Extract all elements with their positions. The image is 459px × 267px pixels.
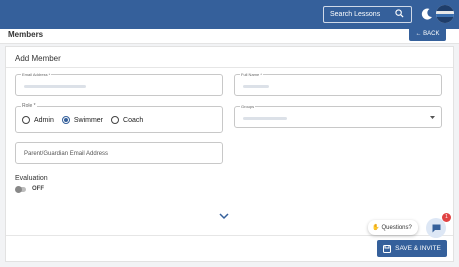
save-invite-label: SAVE & INVITE (395, 245, 441, 252)
role-fieldset: Role * Admin Swimmer Coach (15, 103, 223, 133)
email-label: Email Address * (21, 72, 52, 77)
back-label: BACK (423, 31, 440, 37)
chevron-down-icon[interactable] (218, 211, 230, 221)
user-avatar[interactable] (436, 5, 454, 23)
back-arrow-icon: ← (415, 31, 424, 37)
save-invite-button[interactable]: SAVE & INVITE (377, 240, 447, 257)
questions-chat-prompt[interactable]: ✋ Questions? (368, 220, 418, 235)
back-button[interactable]: ← BACK (409, 27, 446, 41)
waving-hand-icon: ✋ (372, 225, 380, 231)
role-option-coach[interactable]: Coach (111, 116, 143, 124)
email-field[interactable]: Email Address * (15, 72, 223, 96)
guardian-email-input[interactable]: Parent/Guardian Email Address (15, 142, 223, 164)
questions-label: Questions? (381, 224, 412, 231)
role-option-label: Admin (34, 116, 54, 124)
chat-notification-badge: 1 (442, 213, 451, 222)
full-name-label: Full Name * (240, 72, 263, 77)
evaluation-toggle-state: OFF (32, 186, 44, 192)
radio-admin[interactable] (22, 116, 30, 124)
page-header (0, 29, 459, 44)
search-placeholder: Search Lessons (330, 11, 381, 18)
groups-select[interactable]: Groups (234, 104, 442, 128)
evaluation-title: Evaluation (15, 175, 48, 182)
role-radio-group: Admin Swimmer Coach (22, 116, 151, 124)
evaluation-toggle[interactable] (15, 186, 26, 193)
chat-bubble-icon (432, 224, 440, 232)
role-option-admin[interactable]: Admin (22, 116, 54, 124)
full-name-value-redacted (243, 85, 269, 88)
dropdown-arrow-icon (430, 116, 435, 119)
radio-coach[interactable] (111, 116, 120, 124)
search-icon (395, 9, 404, 18)
card-title: Add Member (15, 54, 61, 63)
divider (6, 67, 453, 68)
radio-swimmer[interactable] (61, 116, 70, 124)
guardian-email-placeholder: Parent/Guardian Email Address (24, 151, 109, 157)
dark-mode-moon-icon[interactable] (420, 7, 434, 21)
groups-label: Groups (240, 104, 256, 109)
role-option-swimmer[interactable]: Swimmer (61, 116, 104, 124)
groups-value-redacted (243, 117, 287, 120)
save-icon (383, 244, 392, 253)
role-option-label: Coach (123, 116, 144, 124)
email-value-redacted (24, 85, 86, 88)
page-title: Members (8, 30, 44, 39)
full-name-field[interactable]: Full Name * (234, 72, 442, 96)
role-label: Role * (21, 103, 37, 109)
divider (6, 235, 453, 236)
search-lessons-input[interactable]: Search Lessons (323, 6, 412, 23)
role-option-label: Swimmer (73, 116, 104, 124)
